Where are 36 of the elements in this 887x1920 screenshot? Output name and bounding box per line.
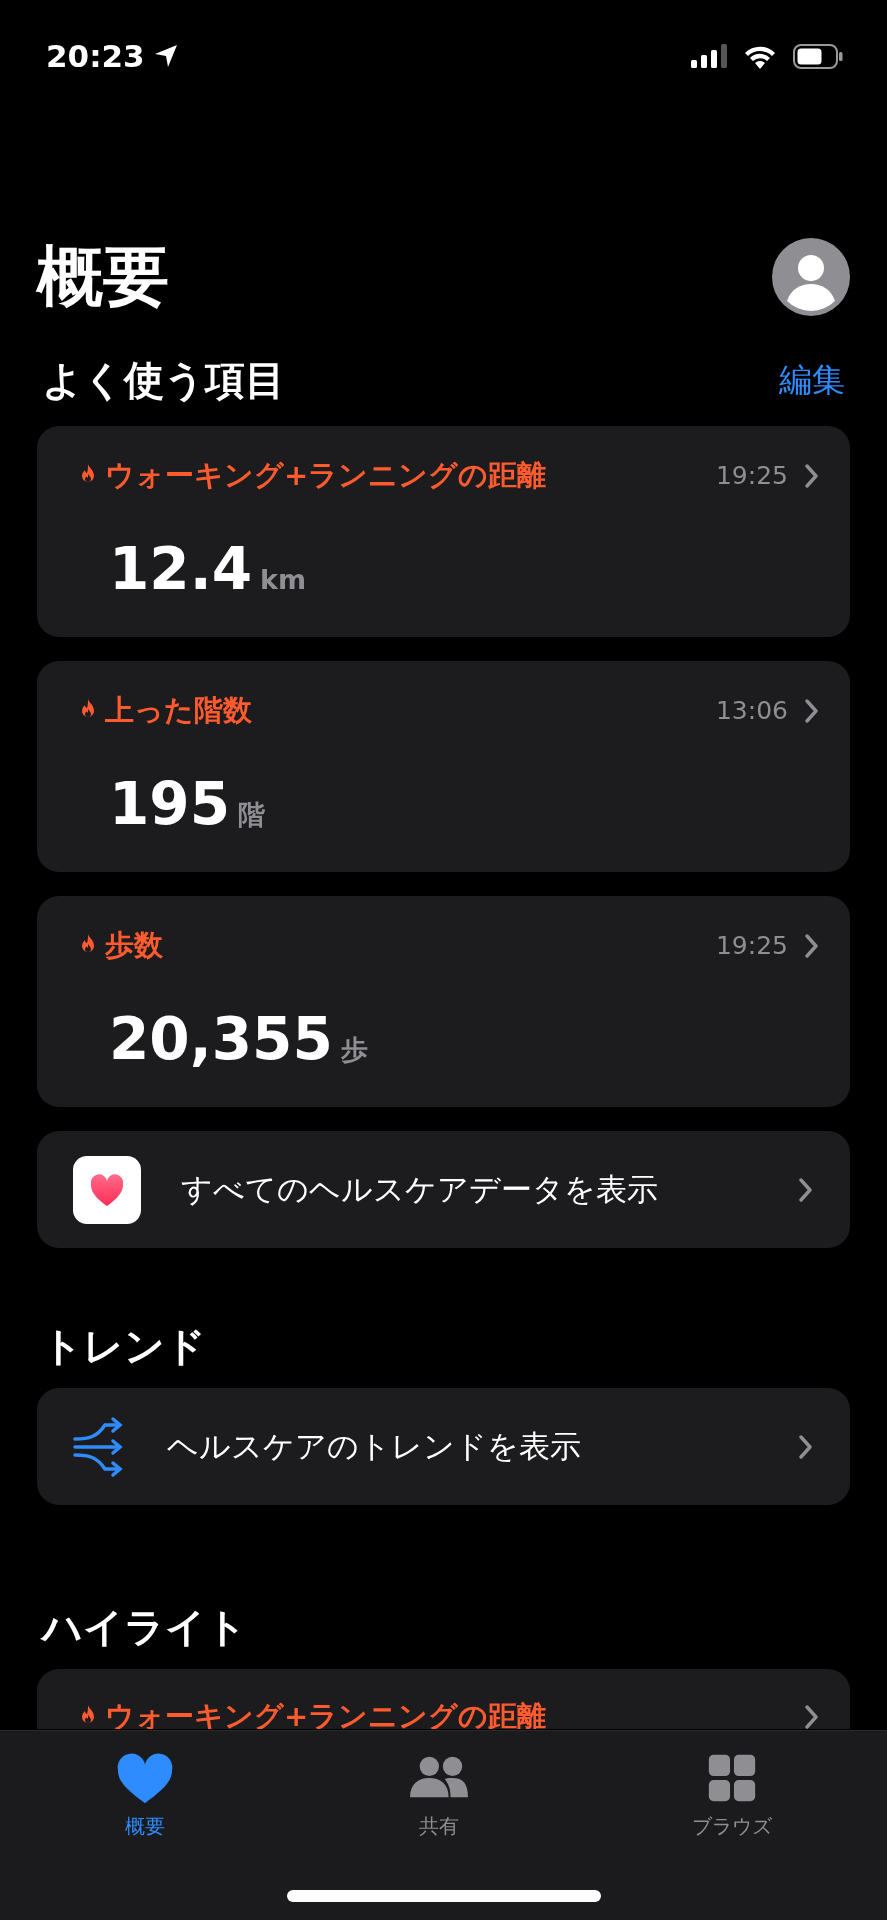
- metric-time: 13:06: [715, 695, 788, 727]
- chevron-icon: [804, 698, 820, 723]
- metric-value: 20,355: [109, 1009, 333, 1068]
- avatar-icon[interactable]: [772, 238, 850, 316]
- page-title: 概要: [37, 244, 169, 310]
- tab-item[interactable]: 共有: [338, 1751, 539, 1841]
- metric-unit: 階: [238, 797, 266, 832]
- chevron-icon: [804, 463, 820, 488]
- tab-item[interactable]: ブラウズ: [632, 1751, 832, 1841]
- metric-unit: 歩: [340, 1032, 368, 1067]
- metric-card[interactable]: 上った階数 13:06 195 階: [37, 661, 850, 872]
- metric-value: 195: [109, 774, 231, 833]
- chevron-icon: [798, 1434, 814, 1459]
- metric-label: 歩数: [105, 927, 163, 964]
- metric-card[interactable]: 歩数 19:25 20,355 歩: [37, 896, 850, 1107]
- chevron-icon: [804, 933, 820, 958]
- section-heading: よく使う項目: [42, 356, 285, 405]
- metric-value: 12.4: [109, 539, 253, 598]
- section-heading: トレンド: [42, 1322, 207, 1371]
- metric-label: 上った階数: [105, 692, 252, 729]
- chevron-icon: [798, 1177, 814, 1202]
- trends-link[interactable]: ヘルスケアのトレンドを表示: [37, 1388, 850, 1505]
- metric-label: ウォーキング+ランニングの距離: [105, 457, 547, 494]
- chevron-icon: [804, 1704, 820, 1729]
- time-text: 20:23: [46, 36, 145, 76]
- metric-time: 19:25: [715, 930, 788, 962]
- edit-button[interactable]: 編集: [779, 355, 845, 405]
- battery-icon: [793, 43, 843, 69]
- heart-app-icon: [73, 1155, 141, 1224]
- metric-time: 19:25: [715, 460, 788, 492]
- health-data-link[interactable]: すべてのヘルスケアデータを表示: [37, 1131, 850, 1248]
- metric-unit: km: [260, 562, 307, 597]
- tab-item[interactable]: 概要: [45, 1751, 245, 1841]
- metric-card[interactable]: ウォーキング+ランニングの距離 19:25 12.4 km: [37, 426, 850, 637]
- signal-icon: [691, 44, 727, 68]
- section-heading: ハイライト: [42, 1603, 248, 1652]
